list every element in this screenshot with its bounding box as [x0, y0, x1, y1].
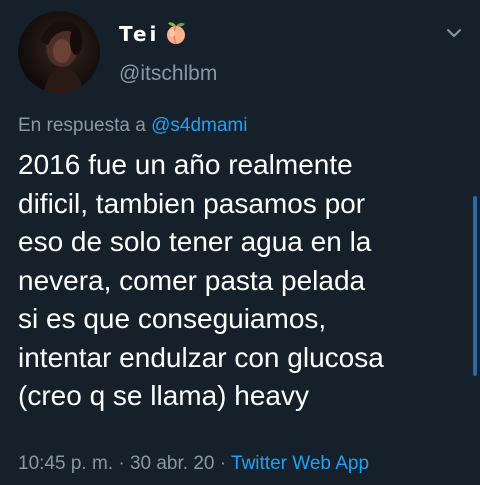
chevron-down-icon[interactable]: [446, 27, 462, 39]
tweet-text-line: eso de solo tener agua en la: [18, 226, 372, 257]
tweet-text-line: dificil, tambien pasamos por: [18, 187, 366, 219]
peach-icon: [167, 22, 185, 45]
tweet-text-line: intentar endulzar con glucosa: [18, 341, 384, 373]
tweet-text-line: nevera, comer pasta pelada: [18, 264, 366, 296]
tweet-text: 2016 fue un año realmente dificil, tambi…: [18, 146, 468, 416]
tweet-meta: 10:45 p. m. · 30 abr. 20 · Twitter Web A…: [18, 453, 369, 475]
tweet-time[interactable]: 10:45 p. m.: [18, 453, 113, 474]
reply-prefix: En respuesta a: [18, 115, 146, 136]
meta-separator: ·: [219, 453, 227, 474]
reply-mention-link[interactable]: @s4dmami: [151, 115, 247, 136]
reply-context: En respuesta a @s4dmami: [18, 115, 247, 137]
tweet-text-line: (creo q se llama) heavy: [18, 380, 310, 411]
author-handle[interactable]: @itschlbm: [119, 62, 217, 86]
tweet-date[interactable]: 30 abr. 20: [130, 453, 215, 474]
tweet-text-line: si es que conseguiamos,: [18, 303, 327, 334]
avatar-photo: [40, 20, 84, 93]
scrollbar[interactable]: [473, 196, 477, 376]
display-name[interactable]: Tei: [119, 22, 159, 46]
tweet-source-link[interactable]: Twitter Web App: [231, 453, 369, 474]
meta-separator: ·: [118, 453, 125, 474]
tweet-text-line: 2016 fue un año realmente: [18, 149, 353, 180]
tweet-card: Tei @itschlbm En respuesta a @s4dmami 20…: [0, 0, 480, 485]
avatar[interactable]: [18, 11, 100, 93]
